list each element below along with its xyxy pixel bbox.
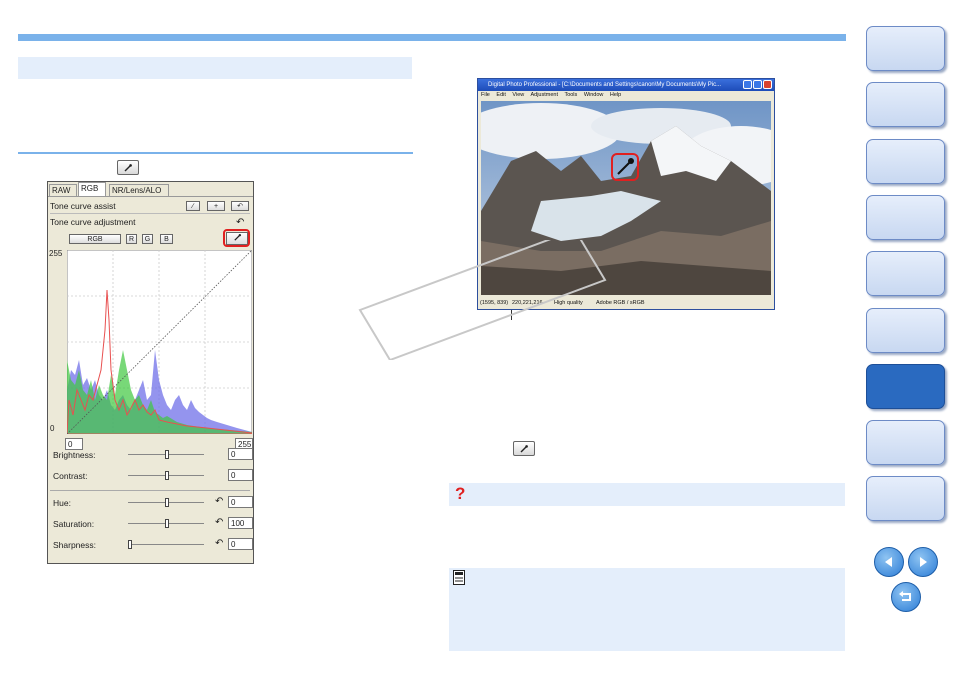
section-heading-box [18,57,412,79]
question-icon: ? [455,484,466,503]
slider-thumb[interactable] [165,498,169,507]
window-title: Digital Photo Professional - [C:\Documen… [478,79,774,91]
slider-thumb[interactable] [165,519,169,528]
eyedropper-icon [124,163,132,171]
slider-track[interactable] [128,544,204,545]
eyedropper-button-inline-2 [513,441,535,456]
top-accent-bar [18,34,846,41]
arrow-right-icon [920,557,927,567]
nav-chapter-button[interactable] [866,82,945,128]
reset-icon[interactable]: ↶ [215,517,223,528]
undo-icon[interactable]: ↶ [236,216,244,229]
menu-tools[interactable]: Tools [564,92,577,98]
nav-chapter-button[interactable] [866,363,945,409]
eyedropper-icon [520,444,528,452]
channel-rgb-button[interactable]: RGB [69,234,121,244]
slider-thumb[interactable] [128,540,132,549]
minimize-icon[interactable] [743,80,752,89]
prev-page-button[interactable] [874,547,904,577]
slider-label: Saturation: [53,519,95,529]
slider-label: Hue: [53,498,71,508]
tab-raw[interactable]: RAW [49,184,77,196]
nav-chapter-button[interactable] [866,476,945,522]
tone-curve-adjustment-row: Tone curve adjustment ↶ [50,216,250,229]
tone-curve-adjustment-label: Tone curve adjustment [50,217,136,227]
menu-help[interactable]: Help [610,92,621,98]
slider-label: Sharpness: [53,540,96,550]
panel-tabs: RAW RGB NR/Lens/ALO [48,182,253,197]
curve-bottom-value: 0 [50,424,55,433]
channel-r-button[interactable]: R [126,234,137,244]
nav-chapter-button[interactable] [866,138,945,184]
window-controls [743,80,772,89]
tone-curve-assist-row: Tone curve assist ∕ + ↶ [50,200,250,214]
slider-group-divider [50,490,250,491]
channel-g-button[interactable]: G [142,234,153,244]
nav-chapter-button[interactable] [866,194,945,240]
curve-assist-auto-button[interactable]: + [207,201,225,211]
slider-value-field[interactable]: 0 [228,448,253,460]
slider-value-field[interactable]: 100 [228,517,253,529]
slider-value-field[interactable]: 0 [228,538,253,550]
window-menu: File Edit View Adjustment Tools Window H… [478,91,774,100]
nav-chapter-button[interactable] [866,420,945,466]
arrow-left-icon [885,557,892,567]
tab-nr-lens-alo[interactable]: NR/Lens/ALO [109,184,169,196]
input-left-field[interactable]: 0 [65,438,83,450]
curve-assist-reset-button[interactable]: ∕ [186,201,200,211]
slider-label: Contrast: [53,471,88,481]
menu-file[interactable]: File [481,92,490,98]
next-page-button[interactable] [908,547,938,577]
memo-icon [453,570,465,585]
curve-assist-undo-button[interactable]: ↶ [231,201,249,211]
menu-edit[interactable]: Edit [496,92,505,98]
reset-icon[interactable]: ↶ [215,538,223,549]
curve-top-value: 255 [49,249,63,258]
copy-watermark [358,240,607,360]
troubleshooting-box: ? [449,483,845,506]
eyedropper-highlight [223,229,250,247]
menu-view[interactable]: View [512,92,524,98]
tone-curve-graph[interactable] [67,250,252,434]
return-icon [899,591,911,601]
channel-b-button[interactable]: B [160,234,173,244]
eyedropper-button-inline [117,160,139,175]
slider-value-field[interactable]: 0 [228,496,253,508]
channel-row: RGB R G B [50,229,250,247]
return-button[interactable] [891,582,921,612]
tone-curve-assist-label: Tone curve assist [50,201,116,211]
maximize-icon[interactable] [753,80,762,89]
nav-chapter-button[interactable] [866,26,945,71]
slider-value-field[interactable]: 0 [228,469,253,481]
slider-label: Brightness: [53,450,96,460]
nav-chapter-button[interactable] [866,307,945,353]
slider-thumb[interactable] [165,450,169,459]
tab-underline [48,196,253,197]
rgb-adjustment-panel: RAW RGB NR/Lens/ALO Tone curve assist ∕ … [47,181,254,564]
note-box [449,568,845,651]
tab-rgb[interactable]: RGB [78,182,106,197]
reset-icon[interactable]: ↶ [215,496,223,507]
close-icon[interactable] [763,80,772,89]
nav-chapter-button[interactable] [866,251,945,297]
slider-thumb[interactable] [165,471,169,480]
menu-window[interactable]: Window [584,92,604,98]
section-divider [18,152,413,154]
menu-adjustment[interactable]: Adjustment [530,92,558,98]
